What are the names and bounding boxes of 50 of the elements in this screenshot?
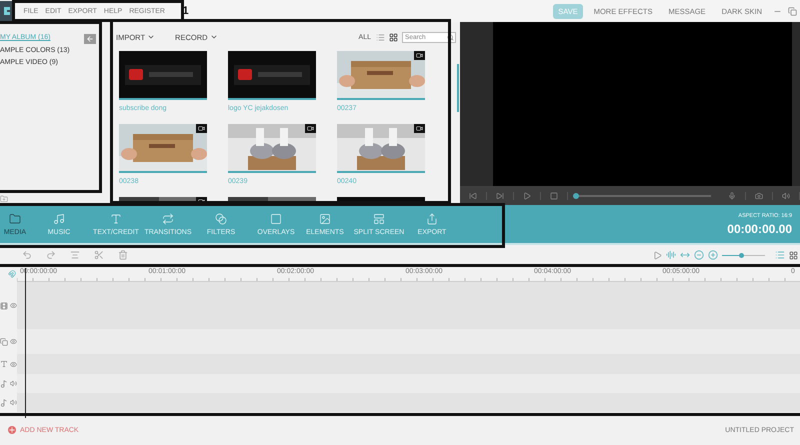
progress-slider[interactable] (576, 192, 711, 198)
text-track[interactable] (17, 354, 800, 374)
fit-icon[interactable] (680, 250, 690, 260)
text-icon (0, 360, 8, 368)
text-icon (110, 212, 122, 224)
scissors-icon[interactable] (94, 250, 104, 260)
speaker-icon[interactable] (10, 399, 17, 406)
eye-icon[interactable] (10, 360, 17, 368)
redo-icon[interactable] (46, 250, 56, 260)
adjust-icon[interactable] (70, 250, 80, 260)
list-icon[interactable] (775, 250, 785, 260)
eye-icon[interactable] (10, 338, 17, 345)
music-icon (53, 212, 65, 224)
grid-view-icon[interactable] (389, 32, 398, 42)
timecode: 00:00:00.00 (727, 222, 792, 236)
audio-track[interactable] (17, 393, 800, 412)
list-view-icon[interactable] (376, 32, 385, 42)
scrollbar (457, 64, 459, 112)
audio-icon[interactable] (666, 250, 676, 260)
speaker-icon[interactable] (10, 380, 17, 387)
split-screen-icon (373, 212, 385, 224)
restore-icon[interactable] (788, 6, 797, 16)
search-icon[interactable] (447, 34, 454, 40)
caret-icon (147, 33, 156, 41)
back-button[interactable] (84, 34, 96, 44)
add-folder-icon[interactable] (0, 195, 8, 203)
trash-icon[interactable] (118, 250, 128, 260)
transition-icon (162, 212, 174, 224)
magnet-icon[interactable] (8, 270, 16, 278)
export-icon (426, 212, 438, 224)
layers-icon (0, 338, 8, 346)
slider-thumb[interactable] (738, 252, 744, 258)
grid-icon[interactable] (789, 250, 798, 260)
filter-icon (215, 212, 227, 224)
music-note-icon (0, 398, 8, 406)
undo-icon[interactable] (22, 250, 32, 260)
zoom-out-icon[interactable] (694, 250, 704, 260)
zoom-in-icon[interactable] (708, 250, 718, 260)
overlay-icon (270, 212, 282, 224)
eye-icon[interactable] (10, 302, 17, 309)
plus-icon (8, 426, 16, 434)
film-icon (0, 302, 8, 310)
folder-icon (9, 212, 21, 224)
overlay-track[interactable] (17, 329, 800, 354)
image-icon (319, 212, 331, 224)
caret-icon (210, 33, 218, 41)
video-track[interactable] (17, 282, 800, 329)
audio-track[interactable] (17, 374, 800, 393)
slider-thumb[interactable] (573, 192, 579, 198)
music-note-icon (0, 380, 8, 388)
